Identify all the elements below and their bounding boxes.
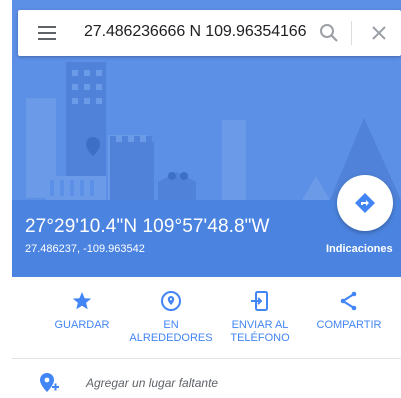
search-bar-divider xyxy=(351,21,352,45)
save-label: GUARDAR xyxy=(54,319,110,331)
search-bar: 27.486236666 N 109.963541666 xyxy=(18,10,401,56)
close-icon[interactable] xyxy=(369,23,389,43)
nearby-label: EN ALREDEDORES xyxy=(129,319,213,344)
add-missing-place-label: Agregar un lugar faltante xyxy=(86,376,219,390)
send-to-phone-label: ENVIAR AL TELÉFONO xyxy=(230,319,290,344)
share-label: COMPARTIR xyxy=(316,319,382,331)
coordinates-dms: 27°29'10.4"N 109°57'48.8"W xyxy=(25,216,270,237)
coordinates-decimal: 27.486237, -109.963542 xyxy=(25,243,145,255)
send-to-phone-button[interactable]: ENVIAR AL TELÉFONO xyxy=(212,283,308,349)
menu-icon[interactable] xyxy=(38,25,56,41)
add-location-icon xyxy=(40,373,59,392)
directions-icon xyxy=(355,193,375,213)
section-divider xyxy=(12,358,401,359)
save-button[interactable]: GUARDAR xyxy=(34,283,130,349)
share-button[interactable]: COMPARTIR xyxy=(301,283,397,349)
add-missing-place-item[interactable]: Agregar un lugar faltante xyxy=(12,370,401,398)
share-icon xyxy=(340,291,357,311)
directions-button[interactable] xyxy=(337,175,393,231)
send-to-phone-icon xyxy=(251,291,268,311)
search-input[interactable]: 27.486236666 N 109.963541666 xyxy=(84,23,306,43)
star-icon xyxy=(72,292,92,310)
search-icon[interactable] xyxy=(318,22,340,44)
nearby-icon xyxy=(161,291,181,311)
action-row: GUARDAR EN ALREDEDORES ENVIAR AL TELÉFON… xyxy=(12,283,401,353)
directions-label[interactable]: Indicaciones xyxy=(326,243,393,255)
nearby-button[interactable]: EN ALREDEDORES xyxy=(123,283,219,349)
